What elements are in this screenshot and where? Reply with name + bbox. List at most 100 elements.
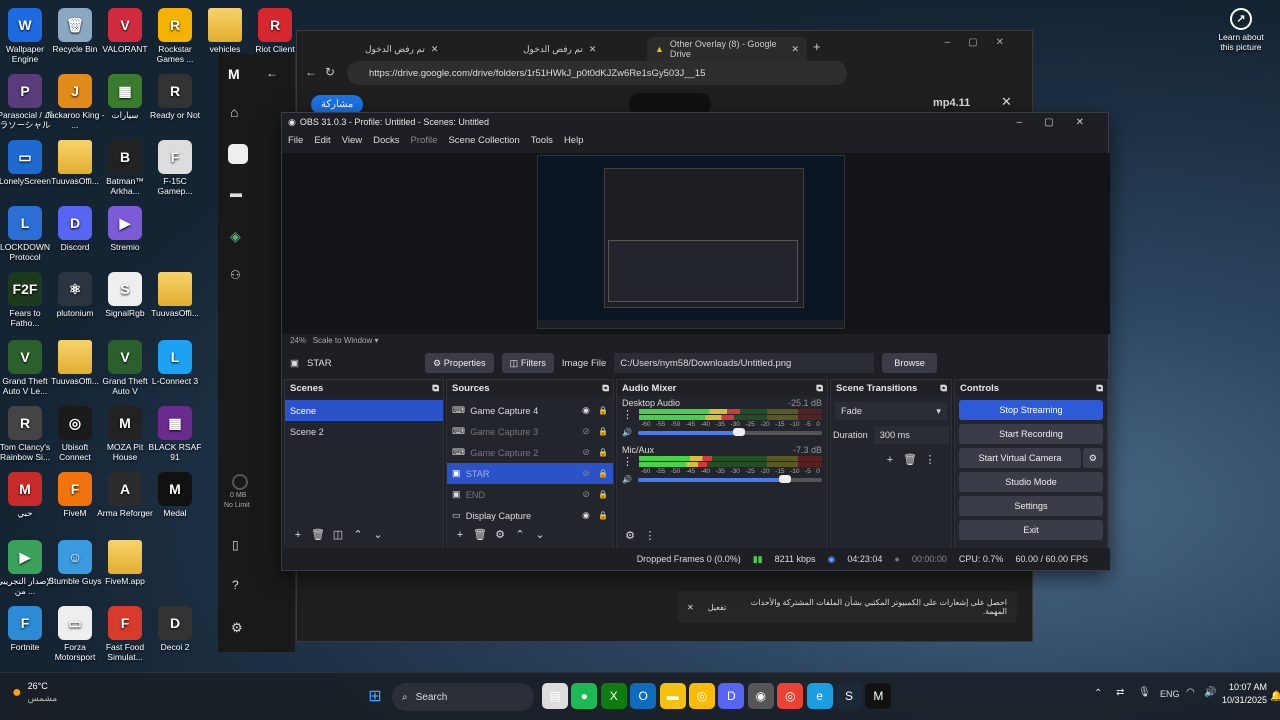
close-preview-button[interactable]: ✕ [1001,94,1012,110]
lock-icon[interactable]: 🔒 [598,469,608,478]
menu-item[interactable]: Tools [531,135,553,146]
discord-icon[interactable]: D [718,683,745,709]
menu-item[interactable]: Edit [314,135,330,146]
browser-tab-3[interactable]: ▲ Other Overlay (8) - Google Drive ✕ [647,37,807,61]
folder-icon[interactable]: ▬ [230,186,242,200]
speaker-icon[interactable]: 🔊 [622,475,632,484]
new-tab-button[interactable]: + [813,39,821,54]
library-icon[interactable] [228,144,248,164]
enable-button[interactable]: تفعيل [708,603,727,612]
menu-dots-icon[interactable]: ⋮ [923,452,937,466]
steam-icon[interactable]: S [836,683,862,709]
lock-icon[interactable]: 🔒 [598,406,608,415]
undock-icon[interactable]: ⧉ [1096,383,1103,394]
properties-button[interactable]: ⚙ Properties [424,353,494,373]
menu-dots-icon[interactable]: ⋮ [643,528,657,542]
menu-item[interactable]: Scene Collection [448,135,519,146]
start-icon[interactable]: ⊞ [362,683,388,709]
stop-streaming-button[interactable]: Stop Streaming [959,400,1103,420]
back-icon[interactable]: ← [305,65,317,79]
add-icon[interactable]: + [291,528,305,542]
source-item[interactable]: ▣ END ⊘ 🔒 [447,484,613,505]
gear-icon[interactable]: ⚙ [623,528,637,542]
clock[interactable]: 10:07 AM 10/31/2025 [1222,681,1267,706]
xbox-icon[interactable]: X [600,683,627,709]
reload-icon[interactable]: ↻ [325,65,335,79]
file-explorer-icon[interactable]: ▬ [659,683,686,709]
desktop-icon[interactable]: FiveM.app [95,540,155,587]
language-indicator[interactable]: ENG [1160,689,1180,699]
speaker-icon[interactable]: 🔊 [622,428,632,437]
obs-icon[interactable]: ◉ [747,683,774,709]
menu-item[interactable]: View [342,135,362,146]
scale-mode[interactable]: Scale to Window [313,336,373,345]
browser-tab-1[interactable]: تم رفض الدخول ✕ [357,37,507,61]
home-icon[interactable]: ⌂ [230,104,238,120]
add-icon[interactable]: + [883,453,897,467]
filter-icon[interactable]: ◫ [331,528,345,542]
menu-item[interactable]: Help [564,135,584,146]
desktop-icon[interactable]: M Medal [145,472,205,519]
move-up-icon[interactable]: ⌃ [351,528,365,542]
address-bar[interactable]: https://drive.google.com/drive/folders/1… [347,61,847,85]
undock-icon[interactable]: ⧉ [602,383,609,394]
exit-button[interactable]: Exit [959,520,1103,540]
volume-slider[interactable] [637,427,822,436]
close-icon[interactable]: ✕ [791,44,799,55]
trash-icon[interactable]: 🗑 [311,528,325,542]
volume-slider-knob[interactable] [779,474,792,483]
chevron-up-icon[interactable]: ⌃ [1094,688,1102,699]
window-controls[interactable]: –▢✕ [945,37,1022,48]
source-item[interactable]: ⌨ Game Capture 3 ⊘ 🔒 [447,421,613,442]
wifi-icon[interactable]: ◠ [1186,687,1195,698]
trash-icon[interactable]: 🗑 [473,528,487,542]
volume-slider[interactable] [637,474,822,483]
undock-icon[interactable]: ⧉ [816,383,823,394]
back-icon[interactable]: ← [266,66,278,80]
help-icon[interactable]: ? [232,578,239,592]
transition-select[interactable]: Fade ▾ [835,402,947,420]
menu-item[interactable]: Profile [411,135,438,146]
virtual-camera-settings-icon[interactable]: ⚙ [1083,448,1103,468]
undock-icon[interactable]: ⧉ [940,383,947,394]
start-recording-button[interactable]: Start Recording [959,424,1103,444]
start-virtual-camera-button[interactable]: Start Virtual Camera [959,448,1081,468]
eye-hidden-icon[interactable]: ⊘ [582,489,590,500]
file-icon[interactable]: ▤ [542,683,568,709]
close-icon[interactable]: ✕ [589,44,597,55]
settings-button[interactable]: Settings [959,496,1103,516]
close-icon[interactable]: ✕ [431,44,439,55]
move-down-icon[interactable]: ⌄ [533,528,547,542]
settings-icon[interactable]: ⚙ [231,620,243,636]
eye-icon[interactable]: ◉ [582,405,590,416]
edge-icon[interactable]: e [806,683,833,709]
menu-item[interactable]: Docks [373,135,399,146]
chrome-icon[interactable]: ◎ [777,683,804,709]
move-up-icon[interactable]: ⌃ [513,528,527,542]
menu-dots-icon[interactable]: ⋮ [622,408,633,428]
undock-icon[interactable]: ⧉ [432,383,439,394]
network-share-icon[interactable]: ⇄ [1116,687,1124,698]
add-friend-icon[interactable]: ⚇ [230,268,241,282]
source-item[interactable]: ⌨ Game Capture 2 ⊘ 🔒 [447,442,613,463]
source-item[interactable]: ▭ Display Capture ◉ 🔒 [447,505,613,526]
gear-icon[interactable]: ⚙ [493,528,507,542]
menu-dots-icon[interactable]: ⋮ [622,455,633,475]
volume-slider-knob[interactable] [733,427,746,436]
lock-icon[interactable]: 🔒 [598,448,608,457]
outlook-icon[interactable]: O [630,683,657,709]
add-icon[interactable]: + [453,528,467,542]
phone-icon[interactable]: ▯ [232,538,239,552]
duration-input[interactable]: 300 ms [873,426,949,444]
move-down-icon[interactable]: ⌄ [371,528,385,542]
obs-window-controls[interactable]: –▢✕ [1017,117,1108,128]
lock-icon[interactable]: 🔒 [598,490,608,499]
desktop-icon[interactable]: F F-15C Gamep... [145,140,205,197]
trash-icon[interactable]: 🗑 [903,452,917,466]
desktop-icon[interactable]: R Ready or Not [145,74,205,121]
chrome-icon[interactable]: ◎ [689,683,715,709]
notification-bell-icon[interactable]: 🔔 [1270,691,1280,702]
spotify-icon[interactable]: ● [571,683,598,709]
desktop-icon[interactable]: ▶ Stremio [95,206,155,253]
lock-icon[interactable]: 🔒 [598,511,608,520]
